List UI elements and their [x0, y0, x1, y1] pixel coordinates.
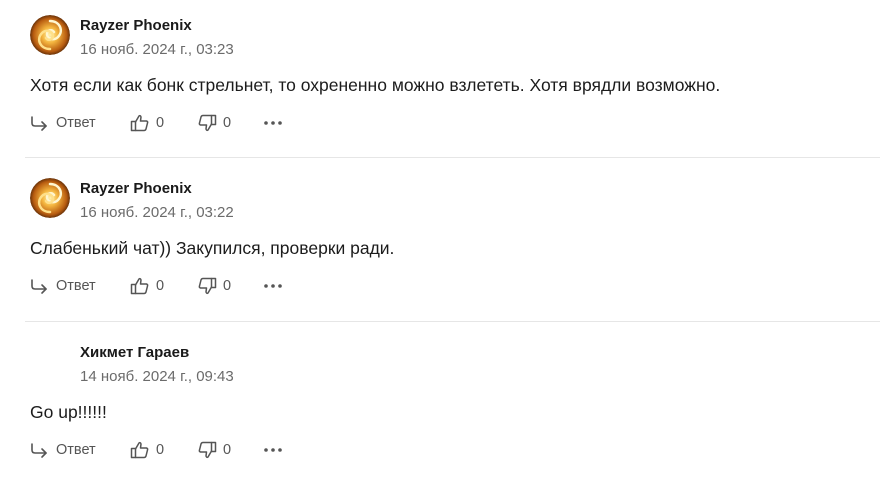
like-count: 0 [156, 278, 165, 294]
dislike-button[interactable]: 0 [197, 275, 231, 297]
like-button[interactable]: 0 [130, 439, 164, 461]
reply-label: Ответ [56, 115, 96, 131]
comment-date: 16 нояб. 2024 г., 03:23 [80, 41, 234, 58]
avatar[interactable] [30, 15, 70, 55]
comment-actions: Ответ 0 0 [30, 275, 330, 297]
more-dots-icon [264, 448, 282, 452]
dislike-count: 0 [223, 278, 232, 294]
reply-button[interactable]: Ответ [30, 275, 96, 297]
comment-author[interactable]: Rayzer Phoenix [80, 180, 192, 197]
thumbs-up-icon [130, 441, 149, 459]
dislike-button[interactable]: 0 [197, 439, 231, 461]
reply-arrow-icon [31, 116, 47, 131]
dislike-count: 0 [223, 442, 232, 458]
like-count: 0 [156, 115, 165, 131]
like-button[interactable]: 0 [130, 112, 164, 134]
more-options-button[interactable] [263, 439, 285, 461]
reply-button[interactable]: Ответ [30, 112, 96, 134]
comment-actions: Ответ 0 0 [30, 439, 330, 461]
avatar[interactable] [30, 178, 70, 218]
comment-actions: Ответ 0 0 [30, 112, 330, 134]
thumbs-down-icon [198, 114, 217, 132]
comment-date: 16 нояб. 2024 г., 03:22 [80, 204, 234, 221]
more-options-button[interactable] [263, 112, 285, 134]
more-options-button[interactable] [263, 275, 285, 297]
comment-author[interactable]: Хикмет Гараев [80, 344, 189, 361]
reply-arrow-icon [31, 279, 47, 294]
comment-text: Слабенький чат)) Закупился, проверки рад… [30, 238, 395, 258]
dislike-count: 0 [223, 115, 232, 131]
reply-arrow-icon [31, 443, 47, 458]
reply-button[interactable]: Ответ [30, 439, 96, 461]
comment-text: Go up!!!!!! [30, 402, 107, 422]
more-dots-icon [264, 121, 282, 125]
comment-divider [25, 157, 880, 158]
thumbs-down-icon [198, 277, 217, 295]
like-count: 0 [156, 442, 165, 458]
like-button[interactable]: 0 [130, 275, 164, 297]
comment-author[interactable]: Rayzer Phoenix [80, 17, 192, 34]
thumbs-up-icon [130, 277, 149, 295]
thumbs-down-icon [198, 441, 217, 459]
more-dots-icon [264, 284, 282, 288]
thumbs-up-icon [130, 114, 149, 132]
comment-text: Хотя если как бонк стрельнет, то охренен… [30, 75, 721, 95]
dislike-button[interactable]: 0 [197, 112, 231, 134]
comment-date: 14 нояб. 2024 г., 09:43 [80, 368, 234, 385]
reply-label: Ответ [56, 442, 96, 458]
comment-divider [25, 321, 880, 322]
reply-label: Ответ [56, 278, 96, 294]
